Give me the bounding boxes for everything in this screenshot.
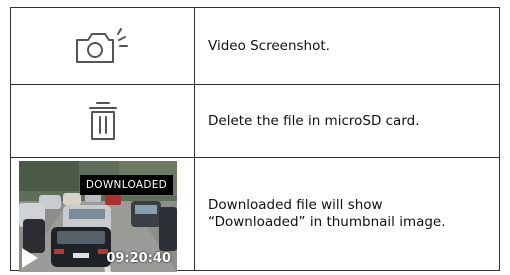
icon-cell (11, 8, 195, 84)
description-text: Delete the file in microSD card. (208, 112, 420, 129)
table-row-downloaded: DOWNLOADED 09:20:40 Downloaded file will… (11, 157, 499, 272)
downloaded-badge: DOWNLOADED (80, 175, 173, 195)
icon-cell (11, 85, 195, 157)
description-text: Downloaded file will show “Downloaded” i… (208, 197, 446, 230)
thumbnail-image: DOWNLOADED 09:20:40 (19, 161, 177, 272)
timestamp: 09:20:40 (106, 251, 171, 266)
description-text: Video Screenshot. (208, 37, 330, 54)
icon-cell: DOWNLOADED 09:20:40 (11, 158, 195, 272)
table-row-screenshot: Video Screenshot. (11, 8, 499, 84)
play-icon (22, 248, 38, 268)
camera-flash-icon (75, 28, 128, 63)
icon-description-table: Video Screenshot. Delete the file in mic… (10, 7, 500, 272)
trash-icon (88, 102, 117, 140)
table-row-delete: Delete the file in microSD card. (11, 84, 499, 157)
